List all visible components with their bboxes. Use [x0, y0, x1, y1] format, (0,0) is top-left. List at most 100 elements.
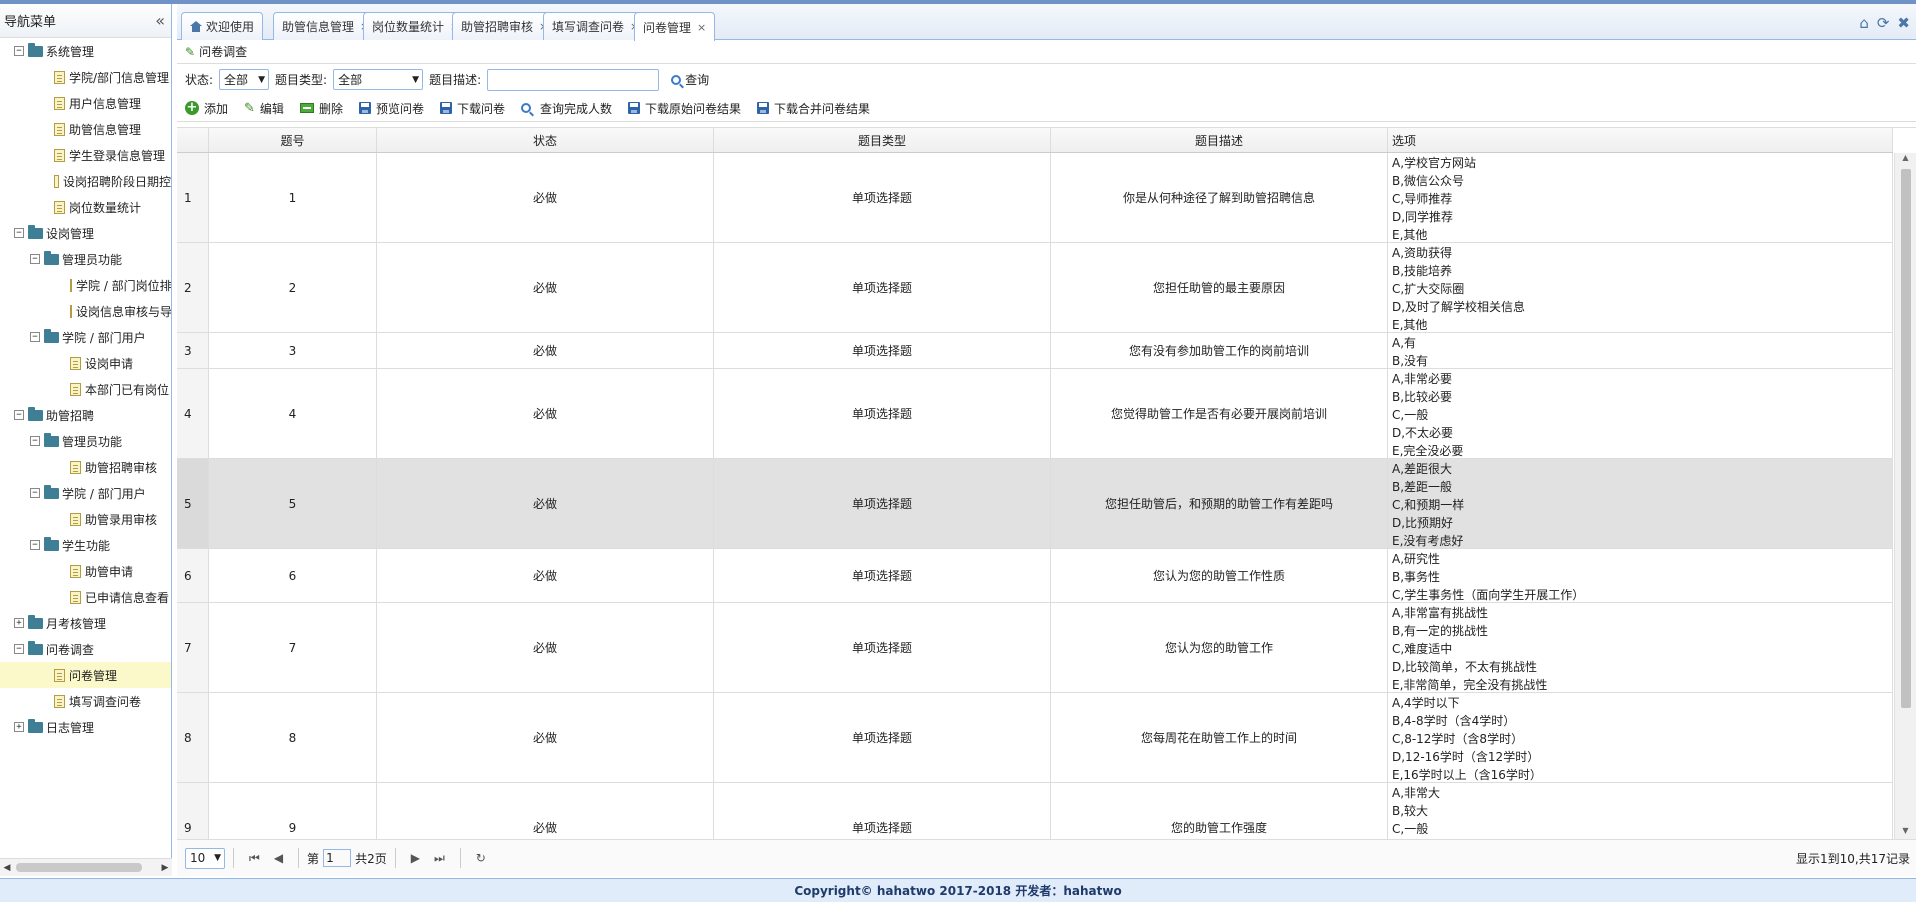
tree-node[interactable]: 设岗招聘阶段日期控 [0, 168, 171, 194]
collapse-icon[interactable]: − [14, 228, 24, 238]
scrollbar-thumb[interactable] [1901, 169, 1911, 708]
type-select-value: 全部 [338, 73, 363, 87]
table-row[interactable]: 7 7 必做 单项选择题 您认为您的助管工作 A,非常富有挑战性 B,有一定的挑战性 C,难度… [177, 603, 1893, 693]
download-raw-button[interactable]: 下载原始问卷结果 [628, 100, 741, 117]
table-row[interactable]: 8 8 必做 单项选择题 您每周花在助管工作上的时间 A,4学时以下 B,4-8学时（含4学… [177, 693, 1893, 783]
tree-node[interactable]: 设岗申请 [0, 350, 171, 376]
tab-label: 助管招聘审核 [461, 20, 534, 34]
desc-input[interactable] [487, 68, 660, 91]
tree-node[interactable]: 问卷管理 [0, 662, 171, 688]
collapse-icon[interactable]: − [30, 332, 40, 342]
collapse-icon[interactable]: − [14, 410, 24, 420]
tree-node[interactable]: − 助管招聘 [0, 402, 171, 428]
tree-node[interactable]: 填写调查问卷 [0, 688, 171, 714]
close-all-icon[interactable]: ✖ [1897, 14, 1910, 32]
sidebar-horizontal-scrollbar[interactable]: ◀ ▶ [0, 858, 172, 876]
scrollbar-thumb[interactable] [16, 863, 142, 872]
table-row[interactable]: 4 4 必做 单项选择题 您觉得助管工作是否有必要开展岗前培训 A,非常必要 B,比较必要 C… [177, 369, 1893, 459]
scroll-left-icon[interactable]: ◀ [0, 863, 14, 873]
collapse-icon[interactable]: − [30, 254, 40, 264]
tree-node[interactable]: 助管录用审核 [0, 506, 171, 532]
data-grid: 题号 状态 题目类型 题目描述 选项 1 1 必做 单项选择题 你是从何种途径了解到助管招聘信息… [177, 127, 1916, 839]
download-button[interactable]: 下载问卷 [439, 100, 505, 117]
page-size-select[interactable]: 10 ▼ [185, 847, 225, 869]
tab-item[interactable]: 问卷管理 × [634, 12, 716, 41]
collapse-icon[interactable]: − [30, 436, 40, 446]
query-button[interactable]: 查询 [671, 71, 709, 88]
tree-node[interactable]: 岗位数量统计 [0, 194, 171, 220]
tree-node[interactable]: − 管理员功能 [0, 246, 171, 272]
collapse-icon[interactable]: − [14, 644, 24, 654]
column-header[interactable]: 状态 [377, 128, 714, 152]
tree-node[interactable]: + 日志管理 [0, 714, 171, 740]
refresh-icon[interactable]: ⟳ [1877, 14, 1890, 32]
tree-node-label: 填写调查问卷 [69, 694, 142, 709]
table-row[interactable]: 3 3 必做 单项选择题 您有没有参加助管工作的岗前培训 A,有 B,没有 [177, 333, 1893, 369]
tree-node[interactable]: 设岗信息审核与导 [0, 298, 171, 324]
tree-node[interactable]: 已申请信息查看 [0, 584, 171, 610]
edit-button[interactable]: ✎ 编辑 [244, 100, 284, 117]
tree-node[interactable]: 本部门已有岗位 [0, 376, 171, 402]
table-cell: 必做 [377, 603, 714, 692]
tree-node[interactable]: + 月考核管理 [0, 610, 171, 636]
options-cell: A,学校官方网站 B,微信公众号 C,导师推荐 D,同学推荐 E,其他 [1388, 153, 1893, 242]
reload-icon[interactable]: ↻ [476, 851, 486, 865]
column-header[interactable]: 选项 [1388, 128, 1893, 152]
scroll-down-icon[interactable]: ▼ [1895, 826, 1916, 839]
add-button[interactable]: + 添加 [185, 100, 228, 117]
tree-node[interactable]: 助管招聘审核 [0, 454, 171, 480]
download-merged-button[interactable]: 下载合并问卷结果 [757, 100, 870, 117]
option-text: D,12-16学时（含12学时） [1392, 750, 1540, 764]
table-row[interactable]: 2 2 必做 单项选择题 您担任助管的最主要原因 A,资助获得 B,技能培养 C,扩大交际圈 D… [177, 243, 1893, 333]
column-header[interactable]: 题号 [209, 128, 377, 152]
tree-node[interactable]: 助管申请 [0, 558, 171, 584]
table-row[interactable]: 5 5 必做 单项选择题 您担任助管后，和预期的助管工作有差距吗 A,差距很大 B,差距一般… [177, 459, 1893, 549]
tree-node[interactable]: − 设岗管理 [0, 220, 171, 246]
collapse-icon[interactable]: − [14, 46, 24, 56]
option-text: A,有 [1392, 336, 1417, 350]
column-header[interactable] [177, 128, 209, 152]
collapse-icon[interactable]: − [30, 488, 40, 498]
table-row[interactable]: 6 6 必做 单项选择题 您认为您的助管工作性质 A,研究性 B,事务性 C,学生事务性（面向… [177, 549, 1893, 603]
last-page-icon[interactable]: ⏭ [434, 851, 445, 866]
tree-node[interactable]: − 问卷调查 [0, 636, 171, 662]
tree-node[interactable]: 学院/部门信息管理 [0, 64, 171, 90]
collapse-sidebar-icon[interactable]: « [155, 11, 165, 30]
scroll-up-icon[interactable]: ▲ [1895, 153, 1916, 167]
tree-node[interactable]: − 管理员功能 [0, 428, 171, 454]
query-count-button[interactable]: 查询完成人数 [520, 100, 612, 117]
grid-vertical-scrollbar[interactable]: ▲ ▼ [1894, 153, 1916, 839]
type-select[interactable]: 全部 ▼ [333, 69, 424, 90]
close-icon[interactable]: × [697, 21, 706, 34]
tree-node[interactable]: − 学生功能 [0, 532, 171, 558]
table-row[interactable]: 1 1 必做 单项选择题 你是从何种途径了解到助管招聘信息 A,学校官方网站 B,微信公众号… [177, 153, 1893, 243]
first-page-icon[interactable]: ⏮ [249, 851, 260, 866]
tab-item[interactable]: 助管招聘审核× [452, 12, 558, 40]
home-icon[interactable]: ⌂ [1859, 14, 1869, 32]
table-cell: 8 [209, 693, 377, 782]
delete-button[interactable]: 删除 [299, 100, 343, 117]
page-number-input[interactable]: 1 [323, 849, 352, 867]
collapse-icon[interactable]: − [30, 540, 40, 550]
table-row[interactable]: 9 9 必做 单项选择题 您的助管工作强度 A,非常大 B,较大 C,一般 [177, 783, 1893, 839]
tree-node[interactable]: − 系统管理 [0, 38, 171, 64]
scroll-right-icon[interactable]: ▶ [158, 863, 172, 873]
table-cell: 单项选择题 [714, 153, 1051, 242]
tree-node[interactable]: 用户信息管理 [0, 90, 171, 116]
status-select[interactable]: 全部 ▼ [219, 69, 270, 90]
column-header[interactable]: 题目类型 [714, 128, 1051, 152]
tab-item[interactable]: 填写调查问卷× [543, 12, 649, 40]
tree-node[interactable]: − 学院 / 部门用户 [0, 324, 171, 350]
expand-icon[interactable]: + [14, 618, 24, 628]
next-page-icon[interactable]: ▶ [411, 851, 420, 865]
column-header[interactable]: 题目描述 [1051, 128, 1388, 152]
tree-node[interactable]: − 学院 / 部门用户 [0, 480, 171, 506]
tree-node[interactable]: 学院 / 部门岗位排 [0, 272, 171, 298]
preview-button[interactable]: 预览问卷 [358, 100, 424, 117]
tab-item[interactable]: 欢迎使用 [181, 12, 264, 40]
tree-node[interactable]: 学生登录信息管理 [0, 142, 171, 168]
tree-node[interactable]: 助管信息管理 [0, 116, 171, 142]
expand-icon[interactable]: + [14, 722, 24, 732]
filter-bar: 状态: 全部 ▼ 题目类型: 全部 ▼ 题目描述: 查询 [177, 64, 1916, 95]
prev-page-icon[interactable]: ◀ [274, 851, 283, 865]
